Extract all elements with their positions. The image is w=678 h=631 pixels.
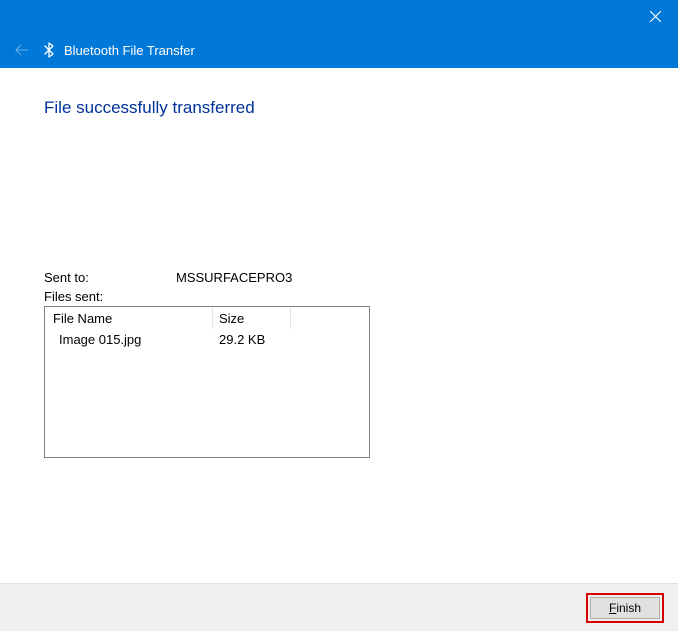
close-icon	[650, 11, 661, 22]
back-arrow-icon	[14, 42, 30, 58]
table-row[interactable]: Image 015.jpg 29.2 KB	[45, 329, 369, 349]
sent-to-label: Sent to:	[44, 270, 176, 285]
bluetooth-icon	[44, 42, 54, 58]
table-header: File Name Size	[45, 307, 369, 329]
sent-to-row: Sent to: MSSURFACEPRO3	[44, 270, 634, 285]
finish-button[interactable]: Finish	[590, 597, 660, 619]
files-sent-label: Files sent:	[44, 289, 634, 304]
column-header-name[interactable]: File Name	[45, 307, 213, 329]
files-table: File Name Size Image 015.jpg 29.2 KB	[44, 306, 370, 458]
wizard-header: Bluetooth File Transfer	[0, 32, 678, 68]
finish-highlight: Finish	[586, 593, 664, 623]
content-area: File successfully transferred Sent to: M…	[0, 68, 678, 583]
back-button	[14, 42, 30, 58]
sent-to-value: MSSURFACEPRO3	[176, 270, 292, 285]
column-header-size[interactable]: Size	[213, 307, 291, 329]
titlebar	[0, 0, 678, 32]
footer: Finish	[0, 583, 678, 631]
close-button[interactable]	[632, 0, 678, 32]
window-title: Bluetooth File Transfer	[64, 43, 195, 58]
file-name-cell: Image 015.jpg	[45, 332, 213, 347]
page-heading: File successfully transferred	[44, 98, 634, 118]
file-size-cell: 29.2 KB	[213, 332, 291, 347]
